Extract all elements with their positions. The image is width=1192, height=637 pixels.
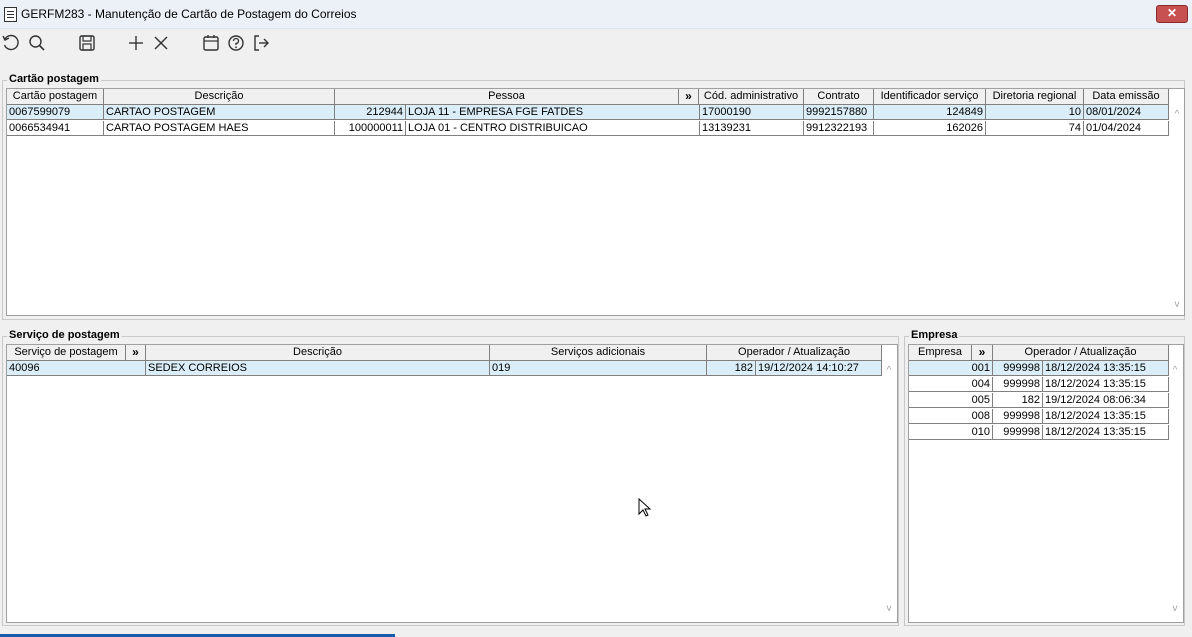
column-header-identificador-servico[interactable]: Identificador serviço (874, 89, 986, 105)
cell-operador[interactable]: 182 (707, 361, 756, 376)
cell-operador[interactable]: 999998 (993, 425, 1043, 440)
help-icon[interactable] (226, 33, 248, 55)
add-icon[interactable] (126, 33, 148, 55)
title-bar: GERFM283 - Manutenção de Cartão de Posta… (0, 0, 1192, 29)
cartao-postagem-label: Cartão postagem (7, 73, 101, 85)
cell-pessoa-codigo[interactable]: 212944 (335, 105, 406, 120)
scroll-up-icon[interactable]: ^ (1171, 109, 1183, 120)
cell-diretoria-regional[interactable]: 74 (986, 121, 1084, 136)
column-header-empresa[interactable]: Empresa (909, 345, 972, 361)
scroll-down-icon[interactable]: v (883, 603, 895, 614)
empresa-grid[interactable]: Empresa » Operador / Atualização 001 999… (908, 344, 1184, 623)
cell-descricao[interactable]: SEDEX CORREIOS (146, 361, 490, 376)
mouse-cursor-icon (638, 497, 652, 521)
cell-empresa[interactable]: 005 (909, 393, 993, 408)
column-header-cod-administrativo[interactable]: Cód. administrativo (699, 89, 804, 105)
cell-data-emissao[interactable]: 01/04/2024 (1084, 121, 1169, 136)
column-header-servico-postagem[interactable]: Serviço de postagem (7, 345, 126, 361)
cell-cartao[interactable]: 0066534941 (7, 121, 104, 136)
cell-diretoria-regional[interactable]: 10 (986, 105, 1084, 120)
cell-contrato[interactable]: 9992157880 (804, 105, 874, 120)
column-header-pessoa[interactable]: Pessoa (335, 89, 679, 105)
cell-cartao[interactable]: 0067599079 (7, 105, 104, 120)
search-icon[interactable] (27, 33, 49, 55)
cell-atualizacao[interactable]: 18/12/2024 13:35:15 (1043, 377, 1169, 392)
app-document-icon (4, 7, 17, 22)
cell-empresa[interactable]: 010 (909, 425, 993, 440)
cell-identificador-servico[interactable]: 124849 (874, 105, 986, 120)
scroll-up-icon[interactable]: ^ (883, 365, 895, 376)
window-title: GERFM283 - Manutenção de Cartão de Posta… (21, 7, 357, 21)
cell-operador[interactable]: 182 (993, 393, 1043, 408)
cell-atualizacao[interactable]: 19/12/2024 08:06:34 (1043, 393, 1169, 408)
cell-pessoa-codigo[interactable]: 100000011 (335, 121, 406, 136)
column-header-servicos-adicionais[interactable]: Serviços adicionais (490, 345, 707, 361)
delete-icon[interactable] (151, 33, 173, 55)
cell-atualizacao[interactable]: 18/12/2024 13:35:15 (1043, 409, 1169, 424)
column-header-operador-atualizacao[interactable]: Operador / Atualização (707, 345, 882, 361)
calendar-icon[interactable] (201, 33, 223, 55)
close-button[interactable]: ✕ (1156, 5, 1188, 23)
cell-atualizacao[interactable]: 18/12/2024 13:35:15 (1043, 425, 1169, 440)
column-header-data-emissao[interactable]: Data emissão (1084, 89, 1169, 105)
cell-pessoa-nome[interactable]: LOJA 01 - CENTRO DISTRIBUICAO (406, 121, 700, 136)
cell-empresa[interactable]: 004 (909, 377, 993, 392)
expand-columns-icon[interactable]: » (972, 345, 993, 361)
scroll-down-icon[interactable]: v (1169, 603, 1181, 614)
cell-pessoa-nome[interactable]: LOJA 11 - EMPRESA FGE FATDES (406, 105, 700, 120)
cell-operador[interactable]: 999998 (993, 361, 1043, 376)
column-header-cartao[interactable]: Cartão postagem (7, 89, 104, 105)
cell-empresa[interactable]: 008 (909, 409, 993, 424)
column-header-contrato[interactable]: Contrato (804, 89, 874, 105)
cell-atualizacao[interactable]: 19/12/2024 14:10:27 (756, 361, 882, 376)
servico-postagem-label: Serviço de postagem (7, 329, 122, 341)
cell-servicos-adicionais[interactable]: 019 (490, 361, 707, 376)
cell-descricao[interactable]: CARTAO POSTAGEM HAES (104, 121, 335, 136)
cell-operador[interactable]: 999998 (993, 377, 1043, 392)
servico-postagem-grid[interactable]: Serviço de postagem » Descrição Serviços… (6, 344, 898, 623)
column-header-diretoria-regional[interactable]: Diretoria regional (986, 89, 1084, 105)
cartao-postagem-grid[interactable]: Cartão postagem Descrição Pessoa » Cód. … (6, 88, 1185, 316)
save-icon[interactable] (77, 33, 99, 55)
cell-empresa[interactable]: 001 (909, 361, 993, 376)
column-header-descricao[interactable]: Descrição (104, 89, 335, 105)
cell-data-emissao[interactable]: 08/01/2024 (1084, 105, 1169, 120)
exit-icon[interactable] (251, 33, 273, 55)
column-header-operador-atualizacao[interactable]: Operador / Atualização (993, 345, 1169, 361)
cell-operador[interactable]: 999998 (993, 409, 1043, 424)
cell-descricao[interactable]: CARTAO POSTAGEM (104, 105, 335, 120)
empresa-label: Empresa (909, 329, 960, 341)
undo-icon[interactable] (1, 33, 23, 55)
cell-servico-postagem[interactable]: 40096 (7, 361, 146, 376)
expand-columns-icon[interactable]: » (679, 89, 699, 105)
column-header-descricao[interactable]: Descrição (146, 345, 490, 361)
expand-columns-icon[interactable]: » (126, 345, 146, 361)
scroll-up-icon[interactable]: ^ (1169, 365, 1181, 376)
cell-atualizacao[interactable]: 18/12/2024 13:35:15 (1043, 361, 1169, 376)
cell-contrato[interactable]: 9912322193 (804, 121, 874, 136)
cell-cod-administrativo[interactable]: 13139231 (700, 121, 804, 136)
scroll-down-icon[interactable]: v (1171, 299, 1183, 310)
toolbar (0, 29, 1192, 59)
cell-cod-administrativo[interactable]: 17000190 (700, 105, 804, 120)
cell-identificador-servico[interactable]: 162026 (874, 121, 986, 136)
